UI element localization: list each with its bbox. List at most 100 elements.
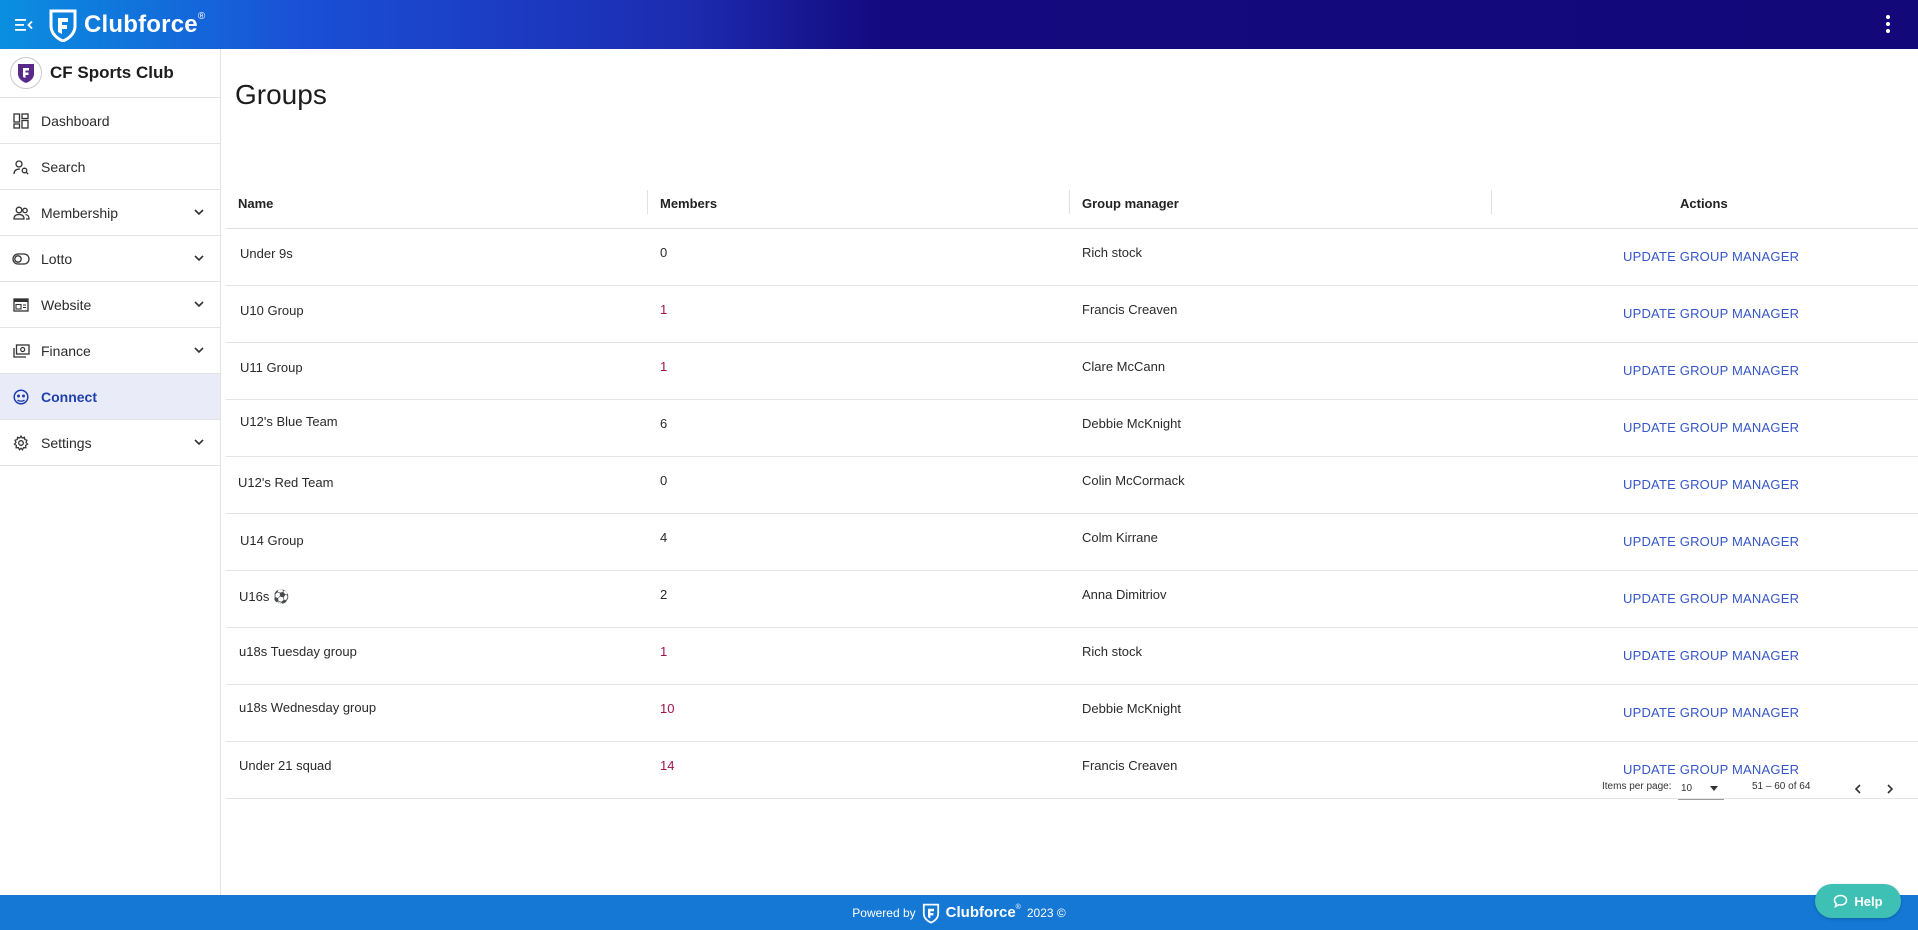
sidebar-item-dashboard[interactable]: Dashboard [0,98,220,144]
next-page-button[interactable] [1880,779,1900,799]
column-divider [647,190,648,214]
previous-page-button[interactable] [1848,779,1868,799]
update-group-manager-button[interactable]: UPDATE GROUP MANAGER [1623,648,1799,663]
sidebar-item-settings[interactable]: Settings [0,420,220,466]
sidebar-item-membership[interactable]: Membership [0,190,220,236]
chevron-left-icon [1854,784,1861,794]
table-row: u18s Wednesday group 10 Debbie McKnight … [226,685,1918,742]
group-name: U12's Red Team [238,475,334,490]
update-group-manager-button[interactable]: UPDATE GROUP MANAGER [1623,249,1799,264]
brand-logo[interactable]: Clubforce® [48,8,205,42]
club-crest [10,57,42,89]
column-header-actions: Actions [1680,196,1728,211]
group-manager: Rich stock [1082,644,1142,659]
top-app-bar: Clubforce® [0,0,1918,49]
column-divider [1069,190,1070,214]
group-name: u18s Tuesday group [239,644,357,659]
member-count: 1 [660,644,668,659]
web-icon [12,296,30,314]
table-row: U11 Group 1 Clare McCann UPDATE GROUP MA… [226,343,1918,400]
sidebar-item-label: Settings [41,434,92,451]
member-count: 2 [660,587,668,602]
table-row: U14 Group 4 Colm Kirrane UPDATE GROUP MA… [226,514,1918,571]
sidebar-item-label: Connect [41,388,97,405]
sidebar-item-search[interactable]: Search [0,144,220,190]
sidebar: CF Sports Club Dashboard Search Membersh… [0,49,221,895]
member-count: 1 [660,359,668,374]
column-header-members[interactable]: Members [660,196,717,211]
group-manager: Anna Dimitriov [1082,587,1167,602]
chevron-down-icon [194,209,204,216]
group-manager: Rich stock [1082,245,1142,260]
sidebar-item-label: Finance [41,342,91,359]
update-group-manager-button[interactable]: UPDATE GROUP MANAGER [1623,420,1799,435]
menu-toggle-button[interactable] [0,0,48,49]
powered-by-label: Powered by [852,905,916,920]
dropdown-arrow-icon [1710,786,1718,791]
sidebar-item-website[interactable]: Website [0,282,220,328]
dashboard-icon [12,112,30,130]
update-group-manager-button[interactable]: UPDATE GROUP MANAGER [1623,306,1799,321]
sidebar-item-label: Dashboard [41,112,110,129]
group-name: U12's Blue Team [240,414,338,429]
items-per-page-value: 10 [1681,783,1693,794]
sidebar-item-label: Search [41,158,86,175]
update-group-manager-button[interactable]: UPDATE GROUP MANAGER [1623,534,1799,549]
club-header[interactable]: CF Sports Club [0,49,220,98]
group-name: U11 Group [240,360,303,375]
group-manager: Debbie McKnight [1082,416,1181,431]
column-header-group-manager[interactable]: Group manager [1082,196,1179,211]
page-range-label: 51 – 60 of 64 [1752,781,1811,792]
column-divider [1491,190,1492,214]
footer: Powered by Clubforce® 2023 © [0,895,1918,930]
sidebar-item-finance[interactable]: Finance [0,328,220,374]
more-options-button[interactable] [1880,12,1896,36]
page-title: Groups [235,79,327,110]
group-name: U10 Group [240,303,304,318]
member-count: 1 [660,302,668,317]
sidebar-item-label: Membership [41,204,119,221]
chevron-down-icon [194,301,204,308]
update-group-manager-button[interactable]: UPDATE GROUP MANAGER [1623,591,1799,606]
update-group-manager-button[interactable]: UPDATE GROUP MANAGER [1623,363,1799,378]
connect-icon [12,388,30,406]
paginator: Items per page: 10 51 – 60 of 64 [222,769,1918,809]
sidebar-item-connect[interactable]: Connect [0,374,220,420]
column-header-name[interactable]: Name [238,196,273,211]
brand-name: Clubforce® [84,10,206,38]
table-row: u18s Tuesday group 1 Rich stock UPDATE G… [226,628,1918,685]
table-row: U10 Group 1 Francis Creaven UPDATE GROUP… [226,286,1918,343]
menu-open-icon [15,18,33,31]
people-icon [12,204,30,222]
groups-table: Name Members Group manager Actions Under… [226,179,1918,799]
group-manager: Clare McCann [1082,359,1166,374]
help-button[interactable]: Help [1815,884,1901,918]
sidebar-item-label: Lotto [41,250,73,267]
group-name: Under 9s [240,246,293,261]
footer-brand[interactable]: Clubforce® [946,904,1021,921]
items-per-page-label: Items per page: [1602,781,1672,792]
clubforce-shield-icon [922,903,939,924]
club-crest-icon [18,64,34,83]
member-count: 0 [660,245,668,260]
payments-icon [12,342,30,360]
table-row: U12's Red Team 0 Colin McCormack UPDATE … [226,457,1918,514]
group-name: U14 Group [240,533,304,548]
group-manager: Debbie McKnight [1082,701,1181,716]
table-row: U12's Blue Team 6 Debbie McKnight UPDATE… [226,400,1918,457]
update-group-manager-button[interactable]: UPDATE GROUP MANAGER [1623,477,1799,492]
chevron-down-icon [194,439,204,446]
items-per-page-select[interactable]: 10 [1678,774,1724,800]
group-manager: Colm Kirrane [1082,530,1158,545]
toggle-icon [12,250,30,268]
update-group-manager-button[interactable]: UPDATE GROUP MANAGER [1623,705,1799,720]
chat-bubble-icon [1834,894,1848,908]
help-label: Help [1854,893,1883,909]
group-name: U16s ⚽ [239,589,290,604]
chevron-down-icon [194,347,204,354]
member-count: 0 [660,473,668,488]
member-count: 4 [660,530,668,545]
sidebar-item-lotto[interactable]: Lotto [0,236,220,282]
gear-icon [12,434,30,452]
main-content: Groups Name Members Group manager Action… [222,49,1918,895]
